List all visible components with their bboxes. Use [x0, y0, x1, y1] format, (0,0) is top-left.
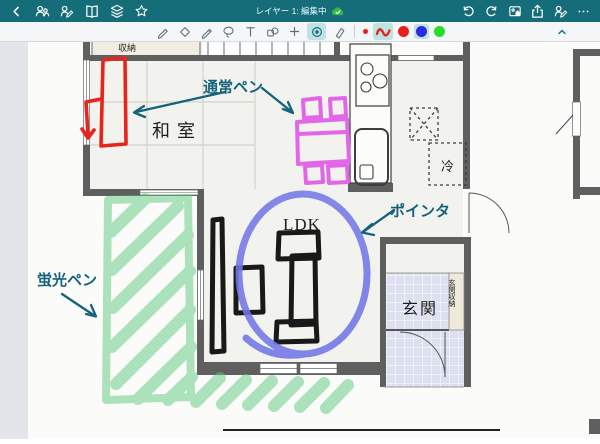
entrance-storage-label: 玄関収納: [448, 278, 456, 308]
washitsu-label: 和室: [152, 121, 202, 141]
highlighter-label: 蛍光ペン: [37, 271, 97, 289]
layers-icon[interactable]: [107, 2, 126, 20]
top-bar: レイヤー 1: 編集中: [0, 0, 600, 22]
lasso-tool[interactable]: [219, 23, 238, 40]
undo-icon[interactable]: [459, 2, 478, 20]
drawing-toolbar: [0, 22, 600, 42]
marker-tool[interactable]: [175, 23, 194, 40]
pen-tool-2[interactable]: [197, 23, 216, 40]
redo-icon[interactable]: [482, 2, 501, 20]
share-icon[interactable]: [528, 2, 547, 20]
document-status: レイヤー 1: 編集中: [255, 5, 344, 17]
normal-pen-label: 通常ペン: [203, 78, 263, 96]
pen-tool-1[interactable]: [153, 23, 172, 40]
collaboration-icon[interactable]: [32, 2, 51, 20]
stroke-size-dot[interactable]: [363, 29, 368, 34]
cloud-sync-icon: [331, 7, 344, 16]
top-bar-left-group: [7, 2, 151, 20]
add-note-icon[interactable]: [551, 2, 570, 20]
stroke-style-preview[interactable]: [373, 23, 393, 40]
top-bar-right-group: [459, 2, 593, 20]
text-tool[interactable]: [241, 23, 260, 40]
eraser-tool[interactable]: [329, 23, 348, 40]
fridge-label: 冷: [441, 159, 454, 174]
laser-pointer-tool[interactable]: [307, 23, 326, 40]
floor-plan-drawing: 収納 和室 LDK 冷 玄関 玄関収納 通常ペン ポインタ 蛍光ペン: [0, 42, 600, 439]
add-content-tool[interactable]: [285, 23, 304, 40]
layer-status-text: レイヤー 1: 編集中: [255, 6, 327, 16]
note-app-window: レイヤー 1: 編集中 収納 和室 LDK 冷 玄関 玄関収納 通常ペン ポイン…: [0, 0, 600, 439]
closet-label: 収納: [118, 42, 136, 53]
kitchen-counter: [349, 43, 392, 186]
pointer-label: ポインタ: [390, 202, 450, 220]
page-margin: [0, 42, 28, 439]
color-swatch-green[interactable]: [432, 24, 447, 39]
save-page-icon[interactable]: [505, 2, 524, 20]
favorites-star-icon[interactable]: [132, 2, 151, 20]
library-icon[interactable]: [82, 2, 101, 20]
color-swatch-red[interactable]: [396, 24, 411, 39]
more-icon[interactable]: [574, 2, 593, 20]
drawing-canvas[interactable]: 収納 和室 LDK 冷 玄関 玄関収納 通常ペン ポインタ 蛍光ペン: [0, 42, 600, 439]
back-button[interactable]: [7, 2, 26, 20]
color-swatch-blue[interactable]: [414, 24, 429, 39]
handwriting-share-icon[interactable]: [57, 2, 76, 20]
collapse-toolbar-chevron-up-icon[interactable]: [554, 24, 570, 40]
entrance-label: 玄関: [402, 300, 438, 318]
shape-tool[interactable]: [263, 23, 282, 40]
toolbar-divider: [354, 25, 355, 38]
